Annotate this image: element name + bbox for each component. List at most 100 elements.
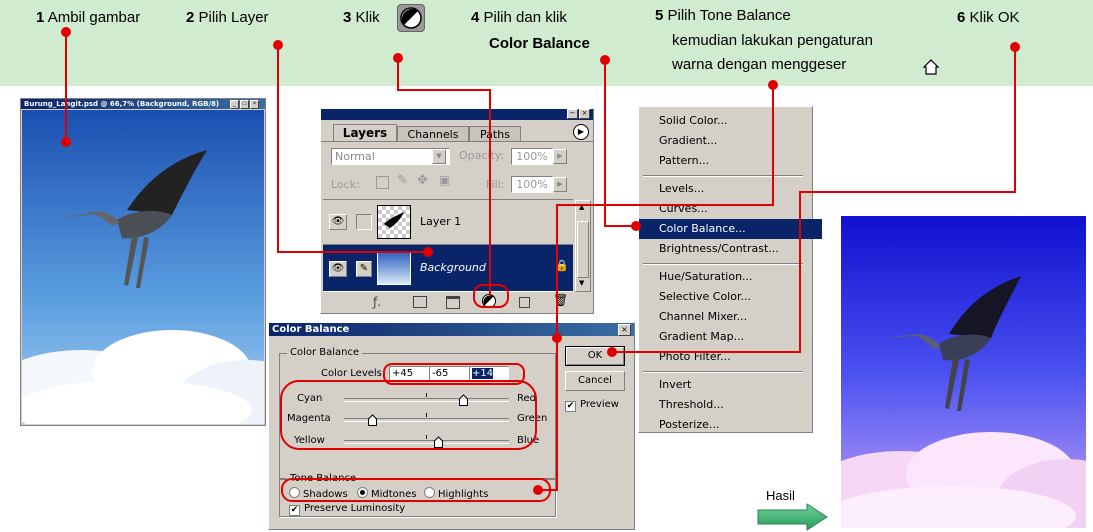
layer-scrollbar[interactable]: ▲ ▼	[575, 200, 591, 292]
new-layer-icon[interactable]	[519, 297, 530, 308]
fill-input[interactable]: 100%	[511, 176, 553, 193]
tab-paths[interactable]: Paths	[469, 126, 521, 142]
preview-label: Preview	[580, 399, 619, 410]
menu-item-curves[interactable]: Curves...	[639, 199, 822, 219]
preview-checkbox[interactable]: ✔ Preview	[565, 399, 619, 412]
trash-icon[interactable]: 🗑	[553, 293, 568, 307]
step-5-text: Pilih Tone Balance	[667, 7, 791, 24]
step-4: 4 Pilih dan klik	[471, 8, 567, 27]
tone-midtones-radio[interactable]: Midtones	[357, 487, 417, 500]
level-yellow-blue-selected: +14	[472, 368, 494, 379]
menu-item-posterize[interactable]: Posterize...	[639, 415, 822, 435]
step-5-number: 5	[655, 7, 664, 24]
lock-move-icon[interactable]: ✥	[417, 173, 428, 188]
lock-all-icon[interactable]: ▣	[439, 173, 450, 187]
result-label: Hasil	[766, 488, 795, 503]
radio-midtones[interactable]	[357, 487, 368, 498]
tone-balance-group-label: Tone Balance	[287, 473, 360, 484]
menu-item-gradient-map[interactable]: Gradient Map...	[639, 327, 822, 347]
yellow-blue-slider-thumb[interactable]	[433, 436, 443, 448]
chevron-down-icon[interactable]: ▼	[432, 149, 446, 164]
eye-icon[interactable]: 👁	[329, 214, 347, 230]
new-adjustment-layer-icon[interactable]	[481, 293, 497, 312]
lock-icon: 🔒	[555, 259, 569, 272]
cancel-button[interactable]: Cancel	[565, 371, 625, 391]
eye-icon[interactable]: 👁	[329, 261, 347, 277]
step-6: 6 Klik OK	[957, 8, 1020, 27]
opacity-label: Opacity:	[459, 149, 505, 162]
level-yellow-blue-input[interactable]: +14	[469, 366, 509, 382]
step-5-line2: kemudian lakukan pengaturan	[672, 32, 873, 49]
menu-item-pattern[interactable]: Pattern...	[639, 151, 822, 171]
group-folder-icon[interactable]	[446, 296, 460, 309]
maximize-icon[interactable]: □	[240, 100, 249, 109]
minimize-icon[interactable]: _	[230, 100, 239, 109]
opacity-arrow-icon[interactable]: ▶	[553, 149, 567, 164]
opacity-input[interactable]: 100%	[511, 148, 553, 165]
menu-item-invert[interactable]: Invert	[639, 375, 822, 395]
slider-blue-label: Blue	[517, 435, 540, 446]
lock-brush-icon[interactable]: ✎	[397, 173, 408, 188]
level-magenta-green-input[interactable]: -65	[429, 366, 469, 382]
check-icon[interactable]: ✔	[565, 401, 576, 412]
menu-item-photo-filter[interactable]: Photo Filter...	[639, 347, 822, 367]
step-4-bold: Color Balance	[489, 35, 590, 52]
fill-arrow-icon[interactable]: ▶	[553, 177, 567, 192]
check-icon[interactable]: ✔	[289, 505, 300, 516]
scroll-up-icon[interactable]: ▲	[579, 203, 584, 211]
menu-item-solid-color[interactable]: Solid Color...	[639, 111, 822, 131]
layer-style-icon[interactable]: ƒ.	[373, 295, 381, 309]
brush-icon[interactable]: ✎	[356, 261, 372, 277]
preserve-luminosity-checkbox[interactable]: ✔ Preserve Luminosity	[289, 503, 405, 516]
layer-row-layer1[interactable]: 👁 Layer 1	[323, 200, 573, 245]
radio-shadows[interactable]	[289, 487, 300, 498]
menu-item-levels[interactable]: Levels...	[639, 179, 822, 199]
level-cyan-red-input[interactable]: +45	[389, 366, 429, 382]
slider-center-tick	[426, 393, 427, 397]
step-1-number: 1	[36, 9, 45, 26]
scroll-down-icon[interactable]: ▼	[579, 279, 584, 287]
tab-layers[interactable]: Layers	[333, 124, 397, 142]
slider-magenta-label: Magenta	[287, 413, 331, 424]
link-slot[interactable]	[356, 214, 372, 230]
close-icon[interactable]: ×	[250, 100, 259, 109]
magenta-green-slider-thumb[interactable]	[368, 414, 378, 426]
cyan-red-slider-thumb[interactable]	[459, 394, 469, 406]
background-layer-name: Background	[420, 261, 486, 274]
menu-item-channel-mixer[interactable]: Channel Mixer...	[639, 307, 822, 327]
menu-item-hue-saturation[interactable]: Hue/Saturation...	[639, 267, 822, 287]
slider-thumb-icon	[922, 58, 940, 76]
menu-item-gradient[interactable]: Gradient...	[639, 131, 822, 151]
panel-menu-icon[interactable]: ▶	[573, 124, 589, 140]
cyan-red-slider-track[interactable]	[344, 398, 509, 402]
dialog-close-icon[interactable]: ×	[618, 324, 631, 336]
menu-item-selective-color[interactable]: Selective Color...	[639, 287, 822, 307]
radio-highlights[interactable]	[424, 487, 435, 498]
slider-center-tick	[426, 413, 427, 417]
menu-item-color-balance[interactable]: Color Balance...	[639, 219, 822, 239]
preserve-luminosity-label: Preserve Luminosity	[304, 503, 406, 514]
menu-item-threshold[interactable]: Threshold...	[639, 395, 822, 415]
panel-close-icon[interactable]: ×	[579, 109, 590, 119]
menu-item-brightness-contrast[interactable]: Brightness/Contrast...	[639, 239, 822, 259]
tone-shadows-radio[interactable]: Shadows	[289, 487, 348, 500]
adjustment-layer-icon	[397, 4, 425, 32]
step-5: 5 Pilih Tone Balance	[655, 6, 791, 25]
tab-divider	[321, 141, 593, 142]
tab-channels[interactable]: Channels	[397, 126, 469, 142]
panel-minimize-icon[interactable]: −	[567, 109, 578, 119]
step-4-text: Pilih dan klik	[483, 9, 567, 26]
slider-red-label: Red	[517, 393, 536, 404]
yellow-blue-slider-track[interactable]	[344, 440, 509, 444]
scroll-thumb[interactable]	[577, 221, 589, 278]
step-3-text: Klik	[355, 9, 380, 26]
lock-transparency-icon[interactable]	[376, 176, 389, 189]
menu-separator	[643, 263, 803, 265]
step-5-line3: warna dengan menggeser	[672, 56, 847, 73]
layer-mask-icon[interactable]	[413, 296, 427, 308]
fill-label: Fill:	[486, 178, 505, 191]
ok-button[interactable]: OK	[565, 346, 625, 366]
tone-highlights-radio[interactable]: Highlights	[424, 487, 488, 500]
layer-row-background[interactable]: 👁 ✎ Background 🔒	[323, 245, 573, 291]
step-6-number: 6	[957, 9, 966, 26]
